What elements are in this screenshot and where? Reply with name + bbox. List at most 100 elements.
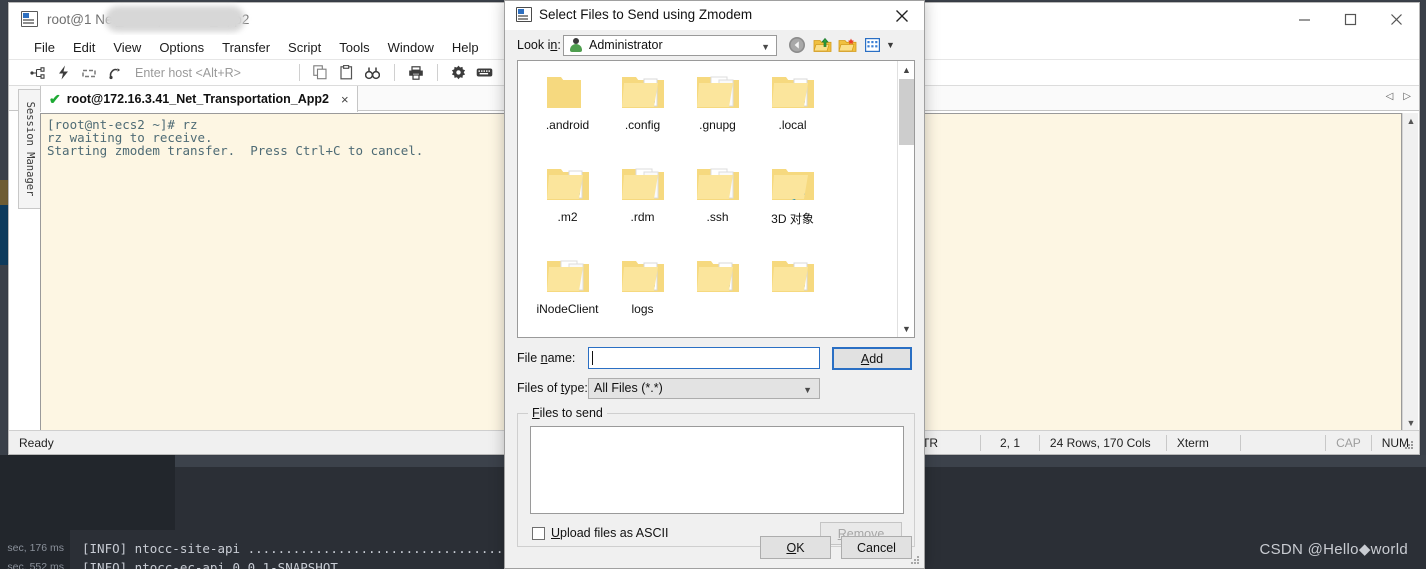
host-input[interactable]: Enter host <Alt+R> xyxy=(135,66,241,80)
file-item-label: .local xyxy=(778,118,807,132)
log-gutter: sec, 176 ms sec, 552 ms xyxy=(0,530,70,569)
copy-icon[interactable] xyxy=(309,62,333,84)
file-list-scrollbar[interactable]: ▲ ▼ xyxy=(897,61,914,337)
terminal-scrollbar[interactable]: ▲ ▼ xyxy=(1402,113,1418,431)
back-icon[interactable] xyxy=(786,35,808,55)
upload-ascii-label: Upload files as ASCII xyxy=(551,526,669,540)
look-in-dropdown[interactable]: Administrator ▼ xyxy=(563,34,777,56)
file-item[interactable]: 3D 对象 xyxy=(755,159,830,251)
folder-docs-icon xyxy=(770,255,816,298)
file-scroll-down-icon[interactable]: ▼ xyxy=(898,320,914,337)
resize-grip[interactable] xyxy=(1405,441,1415,451)
file-item[interactable]: .local xyxy=(755,67,830,159)
folder-docs-icon xyxy=(770,71,816,114)
file-item[interactable]: .config xyxy=(605,67,680,159)
folder-open-docs-icon xyxy=(695,71,741,114)
zmodem-file-dialog: Select Files to Send using Zmodem Look i… xyxy=(504,0,925,569)
text-caret xyxy=(592,351,593,365)
file-scroll-up-icon[interactable]: ▲ xyxy=(898,61,914,78)
terminal-app-icon xyxy=(21,11,38,27)
upload-ascii-checkbox[interactable] xyxy=(532,526,545,540)
create-new-folder-icon[interactable] xyxy=(836,35,858,55)
tabstrip-left-arrow-icon[interactable]: ◁ xyxy=(1386,91,1394,102)
status-spacer xyxy=(1241,431,1325,455)
menu-window[interactable]: Window xyxy=(379,38,443,57)
ok-button[interactable]: OK xyxy=(760,536,831,559)
file-name-label: File name: xyxy=(517,351,576,365)
file-item[interactable]: iNodeClient xyxy=(530,251,605,337)
up-one-level-icon[interactable] xyxy=(811,35,833,55)
settings-icon[interactable] xyxy=(447,62,471,84)
tab-close-icon[interactable]: × xyxy=(341,92,349,107)
menu-transfer[interactable]: Transfer xyxy=(213,38,279,57)
zmodem-dialog-icon xyxy=(516,7,532,22)
files-of-type-dropdown[interactable]: All Files (*.*) ▼ xyxy=(588,377,820,399)
session-tab[interactable]: ✔ root@172.16.3.41_Net_Transportation_Ap… xyxy=(40,86,358,112)
files-of-type-row: Files of type: All Files (*.*) ▼ xyxy=(517,377,912,399)
file-item[interactable]: .android xyxy=(530,67,605,159)
file-item[interactable]: .ssh xyxy=(680,159,755,251)
connect-icon[interactable] xyxy=(25,62,49,84)
session-manager-panel-tab[interactable]: Session Manager xyxy=(18,89,40,209)
folder-open-docs-icon xyxy=(620,163,666,206)
window-controls xyxy=(1281,3,1419,35)
scroll-up-icon[interactable]: ▲ xyxy=(1403,113,1419,129)
upload-ascii-row[interactable]: Upload files as ASCII xyxy=(532,526,668,540)
views-dropdown-arrow-icon[interactable]: ▼ xyxy=(886,40,895,50)
file-item[interactable] xyxy=(755,251,830,337)
dialog-title-bar: Select Files to Send using Zmodem xyxy=(505,1,924,30)
dialog-body: Look in: Administrator ▼ ▼ .android .con… xyxy=(505,30,924,568)
menu-script[interactable]: Script xyxy=(279,38,330,57)
keymap-icon[interactable] xyxy=(473,62,497,84)
menu-options[interactable]: Options xyxy=(150,38,213,57)
file-item-label: .gnupg xyxy=(699,118,736,132)
folder-open-docs-icon xyxy=(545,255,591,298)
disconnect-icon[interactable] xyxy=(103,62,127,84)
tabstrip-right-arrow-icon[interactable]: ▷ xyxy=(1403,91,1411,102)
views-icon[interactable] xyxy=(861,35,883,55)
menu-edit[interactable]: Edit xyxy=(64,38,104,57)
gutter-time-2: sec, 552 ms xyxy=(7,561,64,569)
paste-icon[interactable] xyxy=(335,62,359,84)
folder-docs-icon xyxy=(620,255,666,298)
cancel-button[interactable]: Cancel xyxy=(841,536,912,559)
menu-help[interactable]: Help xyxy=(443,38,488,57)
dialog-title: Select Files to Send using Zmodem xyxy=(539,7,753,22)
status-emulation: Xterm xyxy=(1176,435,1209,450)
backdrop-stripe-left xyxy=(0,455,175,530)
dialog-close-icon[interactable] xyxy=(880,1,924,30)
file-item[interactable]: .rdm xyxy=(605,159,680,251)
menu-view[interactable]: View xyxy=(104,38,150,57)
file-item[interactable] xyxy=(680,251,755,337)
look-in-row: Look in: Administrator ▼ ▼ xyxy=(517,34,914,56)
file-item[interactable]: .m2 xyxy=(530,159,605,251)
file-item-label: logs xyxy=(631,302,654,316)
quick-connect-icon[interactable] xyxy=(51,62,75,84)
scroll-down-icon[interactable]: ▼ xyxy=(1403,415,1419,431)
maximize-icon[interactable] xyxy=(1327,3,1373,35)
look-in-value: Administrator xyxy=(589,38,663,52)
minimize-icon[interactable] xyxy=(1281,3,1327,35)
chevron-down-icon[interactable]: ▼ xyxy=(761,42,770,52)
file-name-input[interactable] xyxy=(588,347,820,369)
status-caps: CAP xyxy=(1336,435,1361,450)
menu-tools[interactable]: Tools xyxy=(330,38,378,57)
files-to-send-listbox[interactable] xyxy=(530,426,904,514)
file-scroll-thumb[interactable] xyxy=(899,79,914,145)
find-icon[interactable] xyxy=(361,62,385,84)
dialog-resize-grip[interactable] xyxy=(911,556,921,566)
close-icon[interactable] xyxy=(1373,3,1419,35)
file-browser-list[interactable]: .android .config .gnupg .local .m2 .rdm .ssh 3D… xyxy=(517,60,915,338)
file-item[interactable]: .gnupg xyxy=(680,67,755,159)
print-icon[interactable] xyxy=(404,62,428,84)
file-item[interactable]: logs xyxy=(605,251,680,337)
files-to-send-group: Files to send Upload files as ASCII Remo… xyxy=(517,406,915,547)
connected-check-icon: ✔ xyxy=(49,91,61,107)
files-of-type-chevron-down-icon[interactable]: ▼ xyxy=(803,385,812,395)
folder-docs-icon xyxy=(695,255,741,298)
reconnect-icon[interactable] xyxy=(77,62,101,84)
look-in-label: Look in: xyxy=(517,38,561,52)
tabstrip-scroll-arrows[interactable]: ◁ ▷ xyxy=(1386,91,1411,102)
add-button[interactable]: Add xyxy=(832,347,912,370)
menu-file[interactable]: File xyxy=(25,38,64,57)
